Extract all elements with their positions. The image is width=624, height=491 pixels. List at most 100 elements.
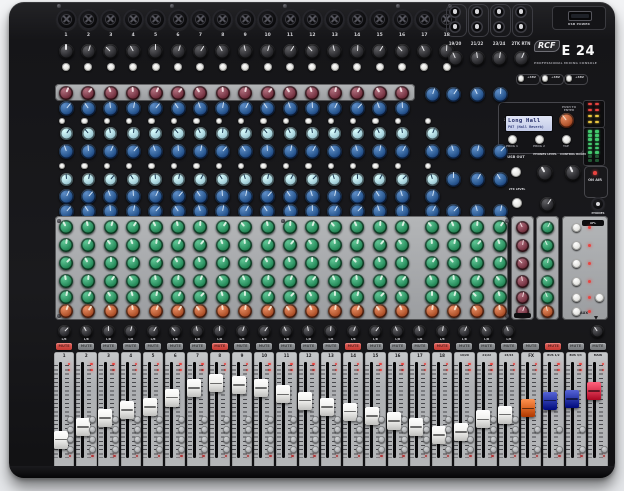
pan-knob-5[interactable] — [147, 325, 160, 338]
fx-send-knob[interactable] — [373, 304, 387, 318]
himid-freq-knob[interactable] — [216, 127, 229, 140]
aux2-send-knob[interactable] — [395, 238, 409, 252]
strip-button[interactable] — [245, 436, 252, 443]
lomid-gain-knob[interactable] — [327, 189, 342, 204]
aux4-send-knob[interactable] — [238, 274, 252, 288]
himid-gain-knob[interactable] — [305, 144, 320, 159]
two-track-button[interactable] — [512, 198, 522, 208]
mute-button-main[interactable]: MUTE — [590, 343, 606, 350]
hi-eq-knob[interactable] — [81, 101, 96, 116]
hi-eq-knob[interactable] — [283, 101, 298, 116]
mute-button-13[interactable]: MUTE — [323, 343, 339, 350]
hi-eq-knob[interactable] — [215, 101, 230, 116]
strip-button[interactable] — [112, 436, 119, 443]
fx-send-knob[interactable] — [59, 304, 73, 318]
aux3-send-knob[interactable] — [238, 256, 252, 270]
himid-freq-knob[interactable] — [82, 127, 95, 140]
dsp-button-tap[interactable] — [562, 135, 571, 144]
strip-button[interactable] — [223, 446, 230, 453]
fx-send-knob[interactable] — [493, 304, 507, 318]
strip-button[interactable] — [89, 416, 96, 423]
strip-button[interactable] — [356, 416, 363, 423]
strip-button[interactable] — [178, 416, 185, 423]
gain-knob-ch6[interactable] — [171, 44, 186, 59]
pan-knob-11[interactable] — [280, 325, 293, 338]
aux3-send-knob[interactable] — [395, 256, 409, 270]
stereo-eq-knob[interactable] — [493, 87, 508, 102]
aux4-send-knob[interactable] — [216, 274, 230, 288]
fader-track[interactable] — [415, 362, 418, 458]
gain-knob-ch8[interactable] — [215, 44, 230, 59]
gain-knob-ch5[interactable] — [148, 44, 163, 59]
lomid-freq-knob[interactable] — [82, 173, 95, 186]
strip-button[interactable] — [401, 446, 408, 453]
himid-gain-knob[interactable] — [372, 144, 387, 159]
gain-knob-ch16[interactable] — [395, 44, 410, 59]
aux1-send-knob[interactable] — [425, 220, 439, 234]
strip-button[interactable] — [378, 436, 385, 443]
fx-send-knob[interactable] — [261, 304, 275, 318]
pan-knob-21-22[interactable] — [480, 325, 493, 338]
strip-button[interactable] — [490, 446, 497, 453]
aux5-send-knob[interactable] — [328, 290, 342, 304]
hf-eq-knob[interactable] — [59, 86, 73, 100]
hi-eq-knob[interactable] — [148, 101, 163, 116]
two-track-level-knob[interactable] — [540, 197, 555, 212]
fx-send-knob[interactable] — [171, 304, 185, 318]
stereo-eq-knob[interactable] — [446, 172, 461, 187]
strip-button[interactable] — [401, 436, 408, 443]
pan-knob-15[interactable] — [369, 325, 382, 338]
pan-knob-7[interactable] — [191, 325, 204, 338]
strip-button[interactable] — [156, 416, 163, 423]
mute-button-7[interactable]: MUTE — [190, 343, 206, 350]
mute-button-15[interactable]: MUTE — [367, 343, 383, 350]
strip-button[interactable] — [334, 436, 341, 443]
aux5-send-knob[interactable] — [238, 290, 252, 304]
strip-button[interactable] — [378, 416, 385, 423]
fader-track[interactable] — [304, 362, 307, 458]
himid-gain-knob[interactable] — [59, 144, 74, 159]
eq-mode-button[interactable] — [305, 118, 312, 125]
phantom-switch[interactable] — [542, 75, 549, 82]
himid-freq-knob[interactable] — [104, 127, 117, 140]
eq-mode-button[interactable] — [372, 118, 379, 125]
lomid-freq-knob[interactable] — [306, 173, 319, 186]
aux4-send-knob[interactable] — [283, 274, 297, 288]
usb-port[interactable] — [568, 11, 592, 21]
fader-track[interactable] — [459, 362, 462, 458]
eq-mode-button[interactable] — [238, 163, 245, 170]
fader-cap-4[interactable] — [120, 401, 134, 419]
fader-cap-16[interactable] — [387, 412, 401, 430]
hf-eq-knob[interactable] — [283, 86, 297, 100]
aux1-send-knob[interactable] — [350, 220, 364, 234]
hi-eq-knob[interactable] — [171, 101, 186, 116]
gain-knob-ch14[interactable] — [350, 44, 365, 59]
fader-track[interactable] — [193, 362, 196, 458]
mute-button-12[interactable]: MUTE — [301, 343, 317, 350]
fader-track[interactable] — [548, 362, 551, 458]
strip-button[interactable] — [134, 416, 141, 423]
stereo-eq-knob[interactable] — [470, 144, 485, 159]
mute-button-10[interactable]: MUTE — [256, 343, 272, 350]
aux2-send-knob[interactable] — [126, 238, 140, 252]
lowcut-button-ch5[interactable] — [152, 63, 160, 71]
aux2-send-knob[interactable] — [171, 238, 185, 252]
aux3-send-knob[interactable] — [126, 256, 140, 270]
eq-mode-button[interactable] — [350, 163, 357, 170]
pan-knob-12[interactable] — [302, 325, 315, 338]
pan-knob-14[interactable] — [347, 325, 360, 338]
strip-button[interactable] — [445, 436, 452, 443]
himid-gain-knob[interactable] — [238, 144, 253, 159]
return-send-knob[interactable] — [516, 257, 529, 270]
eq-mode-button[interactable] — [193, 118, 200, 125]
eq-mode-button[interactable] — [148, 118, 155, 125]
strip-button[interactable] — [378, 446, 385, 453]
aux5-send-knob[interactable] — [493, 290, 507, 304]
lomid-freq-knob[interactable] — [104, 173, 117, 186]
aux4-send-knob[interactable] — [447, 274, 461, 288]
fader-cap-18[interactable] — [432, 426, 446, 444]
strip-button[interactable] — [512, 426, 519, 433]
strip-button[interactable] — [423, 426, 430, 433]
fader-cap-fx[interactable] — [521, 399, 535, 417]
pan-knob-23-24[interactable] — [502, 325, 515, 338]
